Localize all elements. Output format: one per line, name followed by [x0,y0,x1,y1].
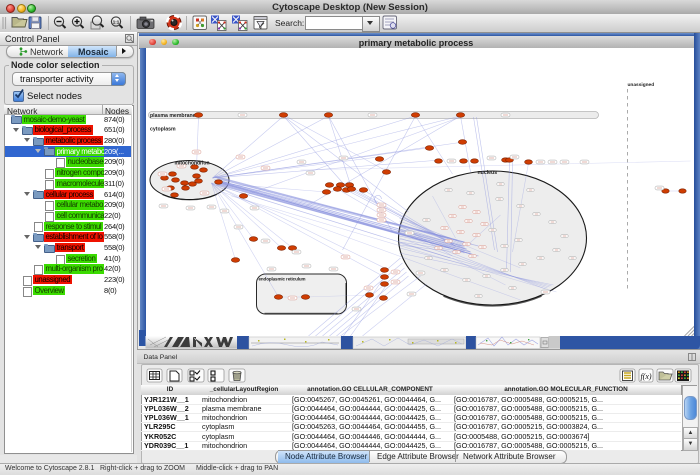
svg-text:1:1: 1:1 [113,20,120,25]
svg-text:f(x): f(x) [640,372,651,381]
svg-text:mitochondrion: mitochondrion [174,161,209,167]
svg-text:plasma membrane: plasma membrane [150,113,196,119]
svg-text:unassigned: unassigned [627,82,654,88]
svg-text:nucleus: nucleus [477,170,497,176]
svg-text:endoplasmic reticulum: endoplasmic reticulum [258,277,305,282]
svg-text:cytoplasm: cytoplasm [150,127,176,133]
